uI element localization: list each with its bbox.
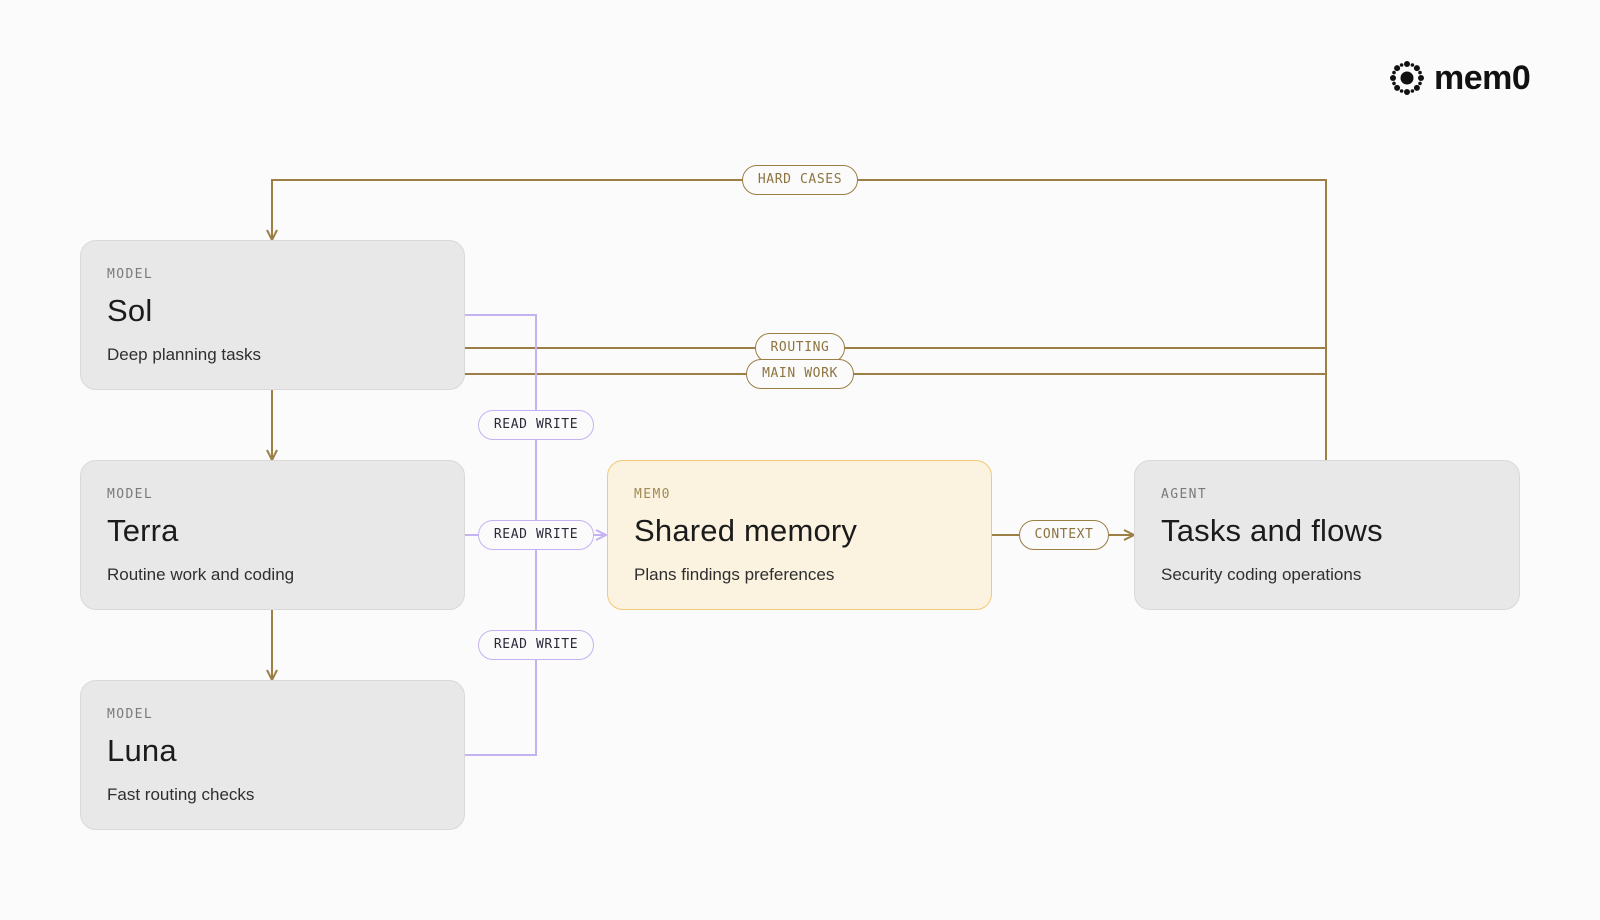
brand-wordmark: mem0 [1434,58,1531,97]
node-description: Deep planning tasks [107,345,262,364]
node-title: Sol [107,293,153,328]
node-kicker: MODEL [107,267,154,282]
node-kicker: MODEL [107,707,154,722]
node-title: Luna [107,733,177,768]
edge-label-read-write-luna: READ WRITE [478,630,594,660]
node-title: Tasks and flows [1161,513,1383,548]
edge-label-context: CONTEXT [1019,520,1109,550]
node-luna[interactable]: MODEL Luna Fast routing checks [80,680,465,830]
node-terra[interactable]: MODEL Terra Routine work and coding [80,460,465,610]
edge-label-read-write-terra: READ WRITE [478,520,594,550]
brand-logo: mem0 [1388,58,1531,98]
node-tasks-and-flows[interactable]: AGENT Tasks and flows Security coding op… [1134,460,1520,610]
node-shared-memory[interactable]: MEM0 Shared memory Plans findings prefer… [607,460,992,610]
node-kicker: AGENT [1161,487,1208,502]
node-description: Security coding operations [1161,565,1362,584]
node-description: Routine work and coding [107,565,295,584]
edge-label-main-work: MAIN WORK [746,359,854,389]
node-description: Fast routing checks [107,785,255,804]
node-kicker: MODEL [107,487,154,502]
node-sol[interactable]: MODEL Sol Deep planning tasks [80,240,465,390]
mem0-logo-icon [1390,61,1424,95]
edge-label-read-write-sol: READ WRITE [478,410,594,440]
node-description: Plans findings preferences [634,565,835,584]
node-kicker: MEM0 [634,487,671,502]
edge-label-hard-cases: HARD CASES [742,165,858,195]
node-title: Shared memory [634,513,858,548]
node-title: Terra [107,513,179,548]
